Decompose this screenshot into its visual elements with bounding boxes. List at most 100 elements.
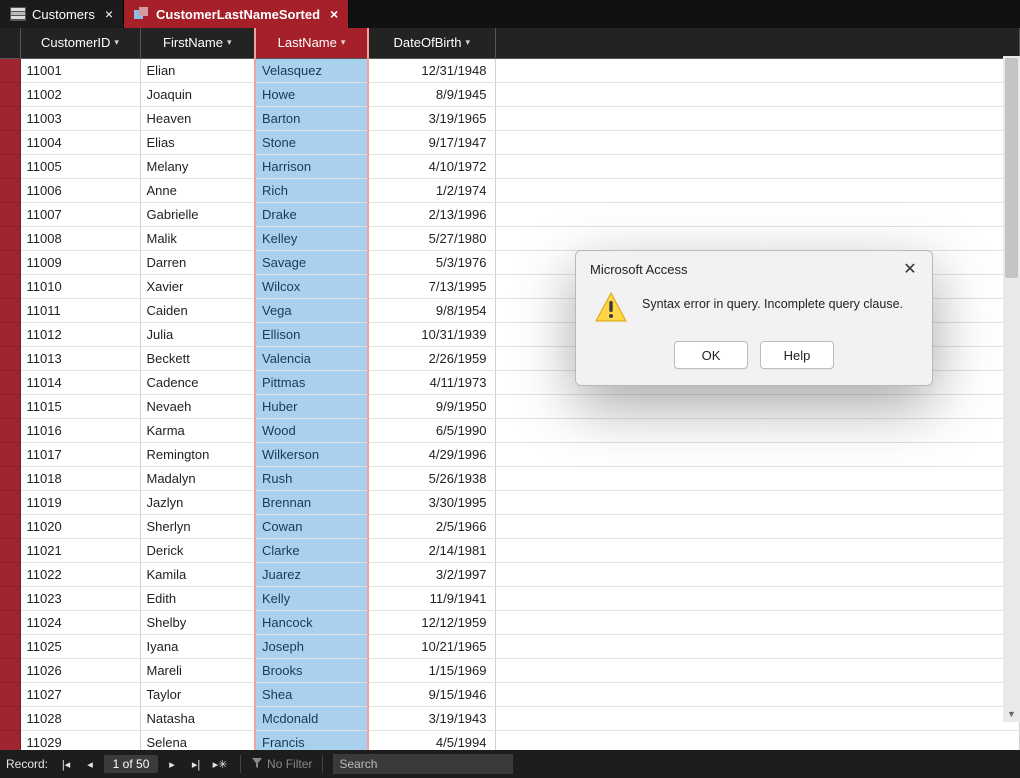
cell-customerid[interactable]: 11014 [20, 370, 140, 394]
cell-customerid[interactable]: 11002 [20, 82, 140, 106]
cell-customerid[interactable]: 11004 [20, 130, 140, 154]
cell-customerid[interactable]: 11012 [20, 322, 140, 346]
row-selector[interactable] [0, 442, 20, 466]
row-selector[interactable] [0, 490, 20, 514]
cell-dateofbirth[interactable]: 3/30/1995 [368, 490, 495, 514]
table-row[interactable]: 11002JoaquinHowe8/9/1945 [0, 82, 1020, 106]
cell-dateofbirth[interactable]: 3/19/1965 [368, 106, 495, 130]
cell-lastname[interactable]: Joseph [255, 634, 368, 658]
cell-customerid[interactable]: 11018 [20, 466, 140, 490]
table-row[interactable]: 11017RemingtonWilkerson4/29/1996 [0, 442, 1020, 466]
tab-customerlastnamesorted[interactable]: CustomerLastNameSorted × [124, 0, 349, 28]
cell-dateofbirth[interactable]: 6/5/1990 [368, 418, 495, 442]
cell-lastname[interactable]: Howe [255, 82, 368, 106]
table-row[interactable]: 11007GabrielleDrake2/13/1996 [0, 202, 1020, 226]
cell-firstname[interactable]: Xavier [140, 274, 255, 298]
row-selector[interactable] [0, 466, 20, 490]
column-header-customerid[interactable]: CustomerID▾ [20, 28, 140, 58]
tab-customers[interactable]: Customers × [0, 0, 124, 28]
cell-firstname[interactable]: Elian [140, 58, 255, 82]
nav-new-icon[interactable]: ▸✳ [210, 754, 230, 774]
row-selector[interactable] [0, 706, 20, 730]
cell-lastname[interactable]: Clarke [255, 538, 368, 562]
cell-firstname[interactable]: Cadence [140, 370, 255, 394]
nav-first-icon[interactable]: |◂ [56, 754, 76, 774]
row-selector[interactable] [0, 106, 20, 130]
cell-lastname[interactable]: Wilcox [255, 274, 368, 298]
table-row[interactable]: 11004EliasStone9/17/1947 [0, 130, 1020, 154]
cell-dateofbirth[interactable]: 9/15/1946 [368, 682, 495, 706]
cell-firstname[interactable]: Natasha [140, 706, 255, 730]
cell-customerid[interactable]: 11019 [20, 490, 140, 514]
cell-customerid[interactable]: 11006 [20, 178, 140, 202]
table-row[interactable]: 11026MareliBrooks1/15/1969 [0, 658, 1020, 682]
cell-customerid[interactable]: 11008 [20, 226, 140, 250]
table-row[interactable]: 11021DerickClarke2/14/1981 [0, 538, 1020, 562]
nav-prev-icon[interactable]: ◂ [80, 754, 100, 774]
cell-customerid[interactable]: 11007 [20, 202, 140, 226]
table-row[interactable]: 11028NatashaMcdonald3/19/1943 [0, 706, 1020, 730]
cell-dateofbirth[interactable]: 2/14/1981 [368, 538, 495, 562]
vertical-scrollbar[interactable]: ▲ ▼ [1003, 56, 1020, 722]
row-selector[interactable] [0, 730, 20, 750]
table-row[interactable]: 11023EdithKelly11/9/1941 [0, 586, 1020, 610]
table-row[interactable]: 11025IyanaJoseph10/21/1965 [0, 634, 1020, 658]
row-selector[interactable] [0, 538, 20, 562]
row-selector[interactable] [0, 58, 20, 82]
cell-lastname[interactable]: Kelley [255, 226, 368, 250]
cell-lastname[interactable]: Brooks [255, 658, 368, 682]
cell-firstname[interactable]: Joaquin [140, 82, 255, 106]
row-selector[interactable] [0, 394, 20, 418]
column-header-lastname[interactable]: LastName▾ [255, 28, 368, 58]
cell-dateofbirth[interactable]: 1/2/1974 [368, 178, 495, 202]
cell-firstname[interactable]: Julia [140, 322, 255, 346]
cell-customerid[interactable]: 11029 [20, 730, 140, 750]
row-selector[interactable] [0, 346, 20, 370]
cell-lastname[interactable]: Barton [255, 106, 368, 130]
cell-customerid[interactable]: 11022 [20, 562, 140, 586]
cell-dateofbirth[interactable]: 5/27/1980 [368, 226, 495, 250]
cell-firstname[interactable]: Heaven [140, 106, 255, 130]
nav-next-icon[interactable]: ▸ [162, 754, 182, 774]
cell-customerid[interactable]: 11003 [20, 106, 140, 130]
cell-lastname[interactable]: Savage [255, 250, 368, 274]
row-selector[interactable] [0, 274, 20, 298]
cell-dateofbirth[interactable]: 1/15/1969 [368, 658, 495, 682]
row-selector[interactable] [0, 154, 20, 178]
cell-lastname[interactable]: Hancock [255, 610, 368, 634]
cell-firstname[interactable]: Darren [140, 250, 255, 274]
cell-dateofbirth[interactable]: 2/26/1959 [368, 346, 495, 370]
scroll-thumb[interactable] [1005, 58, 1018, 278]
cell-dateofbirth[interactable]: 3/2/1997 [368, 562, 495, 586]
row-selector[interactable] [0, 418, 20, 442]
table-row[interactable]: 11008MalikKelley5/27/1980 [0, 226, 1020, 250]
cell-lastname[interactable]: Francis [255, 730, 368, 750]
row-selector[interactable] [0, 658, 20, 682]
cell-firstname[interactable]: Iyana [140, 634, 255, 658]
cell-dateofbirth[interactable]: 4/11/1973 [368, 370, 495, 394]
cell-dateofbirth[interactable]: 7/13/1995 [368, 274, 495, 298]
cell-dateofbirth[interactable]: 8/9/1945 [368, 82, 495, 106]
cell-customerid[interactable]: 11020 [20, 514, 140, 538]
cell-lastname[interactable]: Juarez [255, 562, 368, 586]
rowselect-header[interactable] [0, 28, 20, 58]
cell-customerid[interactable]: 11025 [20, 634, 140, 658]
row-selector[interactable] [0, 130, 20, 154]
cell-dateofbirth[interactable]: 4/29/1996 [368, 442, 495, 466]
cell-lastname[interactable]: Wood [255, 418, 368, 442]
row-selector[interactable] [0, 202, 20, 226]
table-row[interactable]: 11027TaylorShea9/15/1946 [0, 682, 1020, 706]
filter-status[interactable]: No Filter [251, 757, 312, 772]
cell-dateofbirth[interactable]: 10/31/1939 [368, 322, 495, 346]
scroll-down-icon[interactable]: ▼ [1003, 705, 1020, 722]
cell-dateofbirth[interactable]: 3/19/1943 [368, 706, 495, 730]
table-row[interactable]: 11024ShelbyHancock12/12/1959 [0, 610, 1020, 634]
cell-lastname[interactable]: Shea [255, 682, 368, 706]
table-row[interactable]: 11022KamilaJuarez3/2/1997 [0, 562, 1020, 586]
cell-customerid[interactable]: 11005 [20, 154, 140, 178]
cell-customerid[interactable]: 11009 [20, 250, 140, 274]
table-row[interactable]: 11005MelanyHarrison4/10/1972 [0, 154, 1020, 178]
cell-dateofbirth[interactable]: 12/12/1959 [368, 610, 495, 634]
cell-firstname[interactable]: Nevaeh [140, 394, 255, 418]
cell-firstname[interactable]: Shelby [140, 610, 255, 634]
